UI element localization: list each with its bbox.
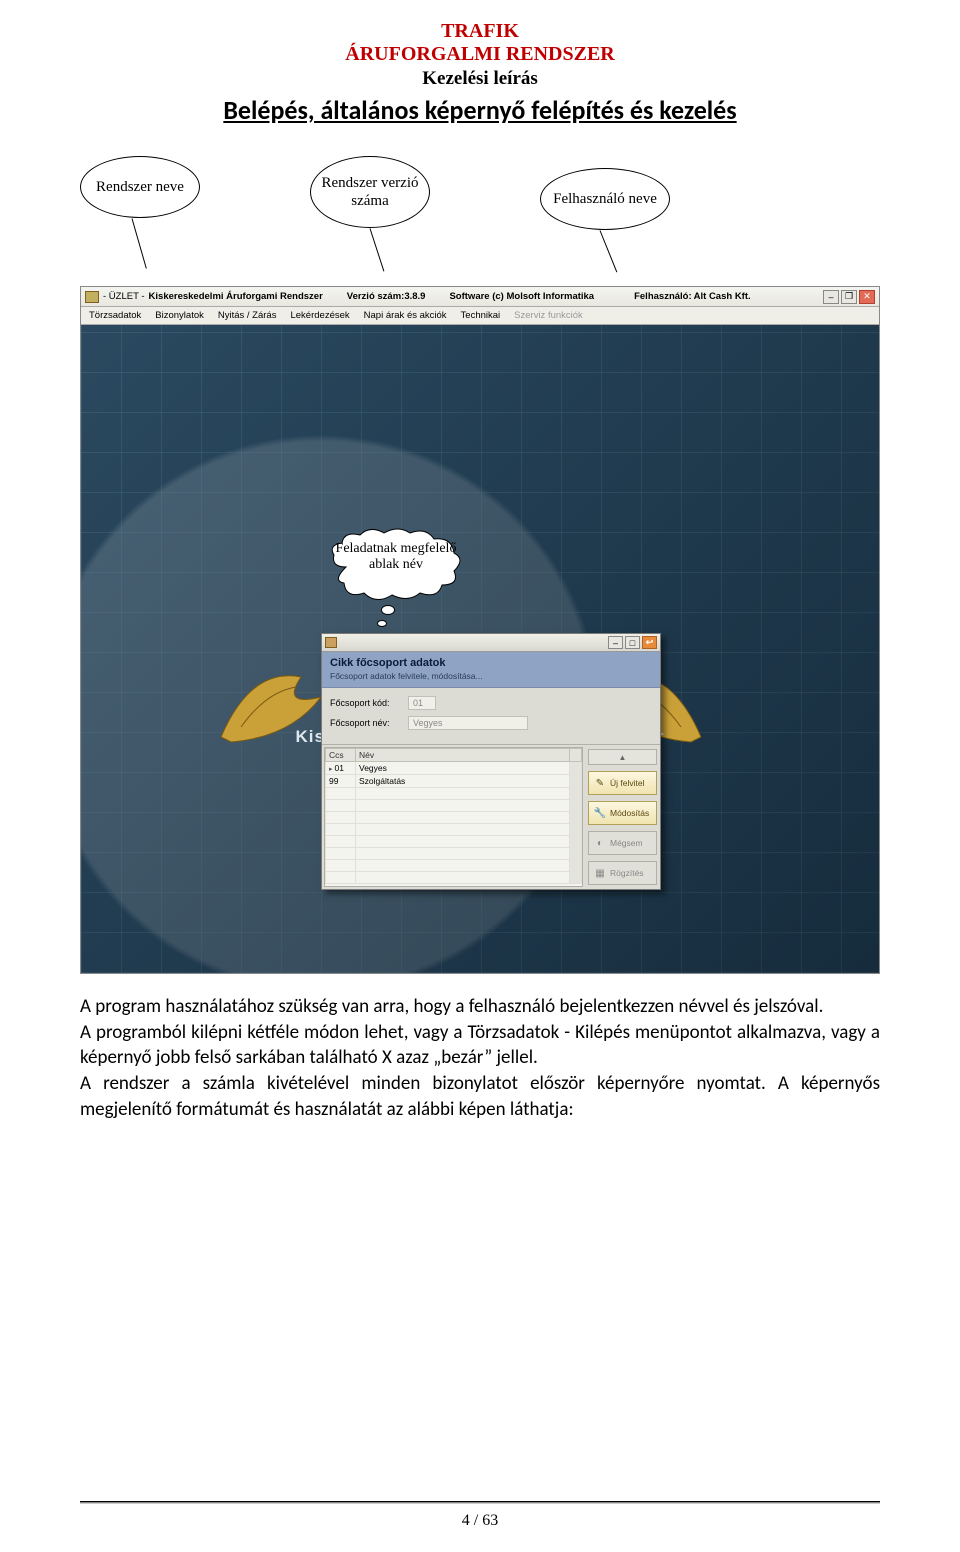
dialog-form: Főcsoport kód: 01 Főcsoport név: Vegyes xyxy=(322,688,660,745)
input-focsoport-kod[interactable]: 01 xyxy=(408,696,436,710)
minimize-button[interactable]: – xyxy=(823,290,839,304)
app-screenshot: - ÜZLET - Kiskereskedelmi Áruforgami Ren… xyxy=(80,286,880,974)
callout-pointer xyxy=(132,218,147,268)
paragraph-1: A program használatához szükség van arra… xyxy=(80,995,823,1018)
title-software: Software (c) Molsoft Informatika xyxy=(449,291,594,302)
callout-user: Felhasználó neve xyxy=(540,168,670,230)
menu-lekerdezesek[interactable]: Lekérdezések xyxy=(290,310,349,321)
dialog-icon xyxy=(325,637,337,648)
dialog-title-bar: – □ ↩ xyxy=(322,634,660,652)
grid-cell: Vegyes xyxy=(356,762,570,775)
body-text: A program használatához szükség van arra… xyxy=(80,994,880,1122)
menu-technikai[interactable]: Technikai xyxy=(461,310,501,321)
callouts-area: Rendszer neve Rendszer verzió száma Felh… xyxy=(80,146,880,286)
menu-bizonylatok[interactable]: Bizonylatok xyxy=(155,310,204,321)
table-row xyxy=(326,812,582,824)
thought-bubble-icon xyxy=(377,620,387,627)
cancel-icon: ◐ xyxy=(593,836,607,850)
dialog-grid[interactable]: Ccs Név 01 Vegyes 99 Szolgáltatás xyxy=(324,747,583,887)
paragraph-3: A rendszer a számla kivételével minden b… xyxy=(80,1072,880,1121)
title-version-value: 3.8.9 xyxy=(404,291,425,302)
table-row xyxy=(326,872,582,884)
table-row[interactable]: 99 Szolgáltatás xyxy=(326,775,582,788)
dialog-button-column: ▲ ✎ Új felvitel 🔧 Módosítás ◐ Mégsem ▦ xyxy=(585,745,660,889)
thought-label: Feladatnak megfelelő ablak név xyxy=(326,541,466,573)
table-row xyxy=(326,836,582,848)
table-row xyxy=(326,824,582,836)
grid-cell: 99 xyxy=(326,775,356,788)
title-shop: - ÜZLET - xyxy=(103,291,145,302)
grid-scrollbar[interactable] xyxy=(570,762,582,884)
title-user-value: Alt Cash Kft. xyxy=(694,291,751,302)
modify-button[interactable]: 🔧 Módosítás xyxy=(588,801,657,825)
maximize-button[interactable]: ❐ xyxy=(841,290,857,304)
grid-scroll-col xyxy=(570,749,582,762)
save-icon: ▦ xyxy=(593,866,607,880)
menu-nyitas-zaras[interactable]: Nyitás / Zárás xyxy=(218,310,277,321)
table-row[interactable]: 01 Vegyes xyxy=(326,762,582,775)
new-button[interactable]: ✎ Új felvitel xyxy=(588,771,657,795)
cancel-button[interactable]: ◐ Mégsem xyxy=(588,831,657,855)
app-menu-bar: Törzsadatok Bizonylatok Nyitás / Zárás L… xyxy=(81,307,879,325)
callout-system-name: Rendszer neve xyxy=(80,156,200,218)
label-focsoport-nev: Főcsoport név: xyxy=(330,718,408,728)
label-focsoport-kod: Főcsoport kód: xyxy=(330,698,408,708)
menu-torzsadatok[interactable]: Törzsadatok xyxy=(89,310,141,321)
input-focsoport-nev[interactable]: Vegyes xyxy=(408,716,528,730)
save-button-label: Rögzítés xyxy=(610,868,644,878)
grid-col-nev[interactable]: Név xyxy=(356,749,570,762)
table-row xyxy=(326,848,582,860)
footer-rule xyxy=(80,1501,880,1504)
title-version-label: Verzió szám: xyxy=(347,291,405,302)
scroll-up-button[interactable]: ▲ xyxy=(588,749,657,765)
callout-thought-cloud: Feladatnak megfelelő ablak név xyxy=(326,527,466,601)
grid-cell: 01 xyxy=(326,762,356,775)
dialog-close-button[interactable]: ↩ xyxy=(642,636,657,649)
page-number: 4 / 63 xyxy=(0,1512,960,1530)
grid-cell: Szolgáltatás xyxy=(356,775,570,788)
callout-pointer xyxy=(370,228,385,271)
callout-version: Rendszer verzió száma xyxy=(310,156,430,228)
table-row xyxy=(326,860,582,872)
app-title-bar: - ÜZLET - Kiskereskedelmi Áruforgami Ren… xyxy=(81,287,879,307)
section-heading: Belépés, általános képernyő felépítés és… xyxy=(80,94,880,126)
title-app: Kiskereskedelmi Áruforgami Rendszer xyxy=(149,291,323,302)
grid-col-ccs[interactable]: Ccs xyxy=(326,749,356,762)
wrench-icon: 🔧 xyxy=(593,806,607,820)
table-row xyxy=(326,800,582,812)
new-button-label: Új felvitel xyxy=(610,778,644,788)
dialog-window: – □ ↩ Cikk főcsoport adatok Főcsoport ad… xyxy=(321,633,661,890)
modify-button-label: Módosítás xyxy=(610,808,649,818)
dialog-minimize-button[interactable]: – xyxy=(608,636,623,649)
app-icon xyxy=(85,291,99,303)
dialog-subtitle: Főcsoport adatok felvitele, módosítása..… xyxy=(330,671,652,681)
menu-szerviz: Szerviz funkciók xyxy=(514,310,583,321)
pencil-icon: ✎ xyxy=(593,776,607,790)
callout-pointer xyxy=(600,230,618,272)
thought-bubble-icon xyxy=(381,605,395,615)
doc-subtitle: Kezelési leírás xyxy=(80,68,880,90)
dialog-title: Cikk főcsoport adatok xyxy=(330,657,652,669)
doc-title-2: ÁRUFORGALMI RENDSZER xyxy=(80,43,880,66)
cancel-button-label: Mégsem xyxy=(610,838,643,848)
doc-title-1: TRAFIK xyxy=(80,20,880,43)
close-button[interactable]: ✕ xyxy=(859,290,875,304)
paragraph-2: A programból kilépni kétféle módon lehet… xyxy=(80,1021,880,1070)
dialog-maximize-button[interactable]: □ xyxy=(625,636,640,649)
title-user-label: Felhasználó: xyxy=(634,291,692,302)
menu-napi-arak[interactable]: Napi árak és akciók xyxy=(364,310,447,321)
dialog-header: Cikk főcsoport adatok Főcsoport adatok f… xyxy=(322,652,660,688)
save-button[interactable]: ▦ Rögzítés xyxy=(588,861,657,885)
table-row xyxy=(326,788,582,800)
